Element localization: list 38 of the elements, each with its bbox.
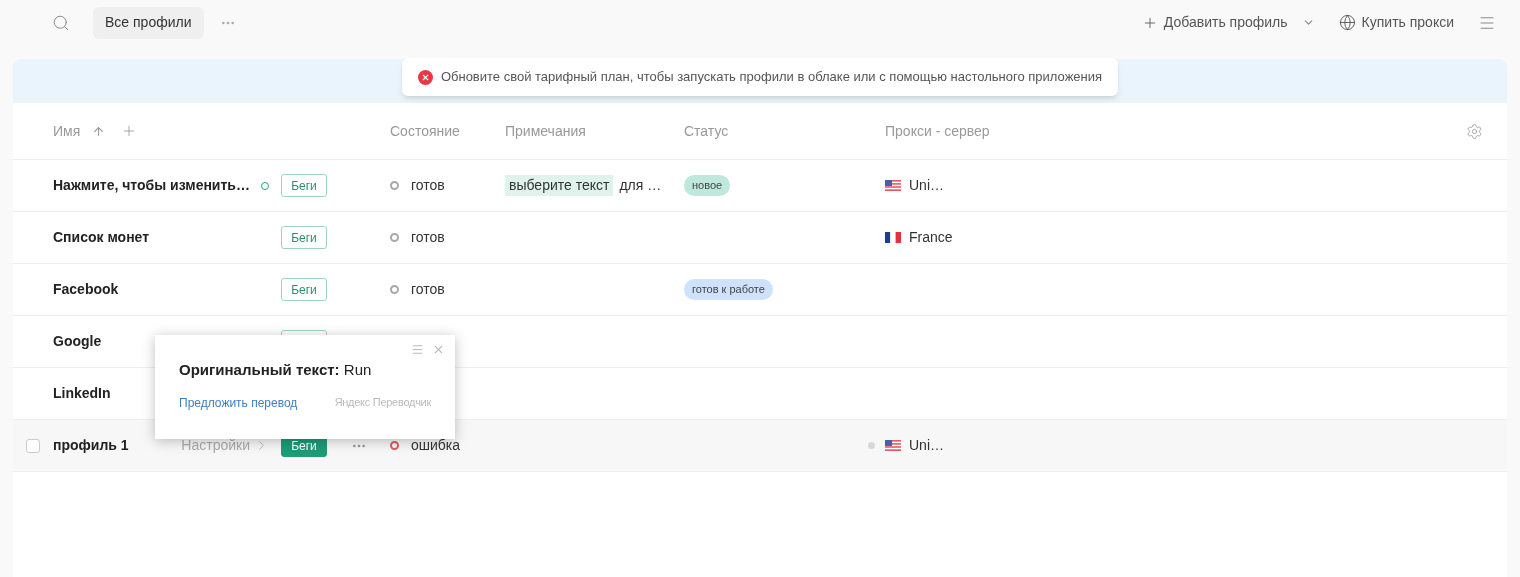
globe-icon — [1338, 14, 1356, 31]
close-icon[interactable] — [432, 343, 445, 356]
profile-name[interactable]: Google — [53, 331, 102, 352]
settings-icon[interactable] — [1466, 122, 1483, 140]
flag-icon — [885, 180, 901, 191]
profile-name[interactable]: профиль 1 — [53, 435, 129, 456]
profile-name[interactable]: LinkedIn — [53, 383, 111, 404]
profile-name[interactable]: Список монет — [53, 227, 150, 248]
state-text: готов — [411, 280, 445, 299]
status-tag: готов к работе — [684, 279, 773, 300]
proxy-name: Uni… — [909, 436, 944, 455]
proxy-name: France — [909, 228, 953, 247]
flag-icon — [885, 440, 901, 451]
sort-arrow-icon[interactable] — [92, 124, 106, 138]
search-icon[interactable] — [52, 13, 70, 32]
suggest-translation-link[interactable]: Предложить перевод — [179, 393, 298, 412]
flag-icon — [885, 232, 901, 243]
menu-icon[interactable] — [411, 343, 424, 356]
translator-brand: Яндекс Переводчик — [334, 395, 431, 411]
run-button[interactable]: Беги — [281, 278, 327, 301]
state-text: готов — [411, 228, 445, 247]
status-tag: новое — [684, 175, 731, 196]
profile-name[interactable]: Facebook — [53, 279, 119, 300]
run-button[interactable]: Беги — [281, 226, 327, 249]
buy-proxy-button[interactable]: Купить прокси — [1338, 12, 1454, 33]
note-highlight: выберите текст — [505, 175, 614, 196]
note-text: для … — [619, 176, 662, 195]
state-text: ошибка — [411, 436, 461, 455]
state-text: готов — [411, 176, 445, 195]
banner-message: Обновите свой тарифный план, чтобы запускать профили в облаке или с помощью настольного приложения — [440, 68, 1103, 87]
proxy-name: Uni… — [909, 176, 944, 195]
table-row[interactable]: профиль 1 Настройки Беги ошибка Uni… — [13, 420, 1507, 472]
row-checkbox[interactable] — [26, 438, 40, 453]
error-icon — [417, 69, 433, 85]
add-profile-button[interactable]: Добавить профиль — [1141, 12, 1315, 33]
view-tab[interactable]: Все профили — [93, 6, 204, 39]
run-button[interactable]: Беги — [281, 174, 327, 197]
profile-name[interactable]: Нажмите, чтобы изменить… — [53, 175, 250, 196]
